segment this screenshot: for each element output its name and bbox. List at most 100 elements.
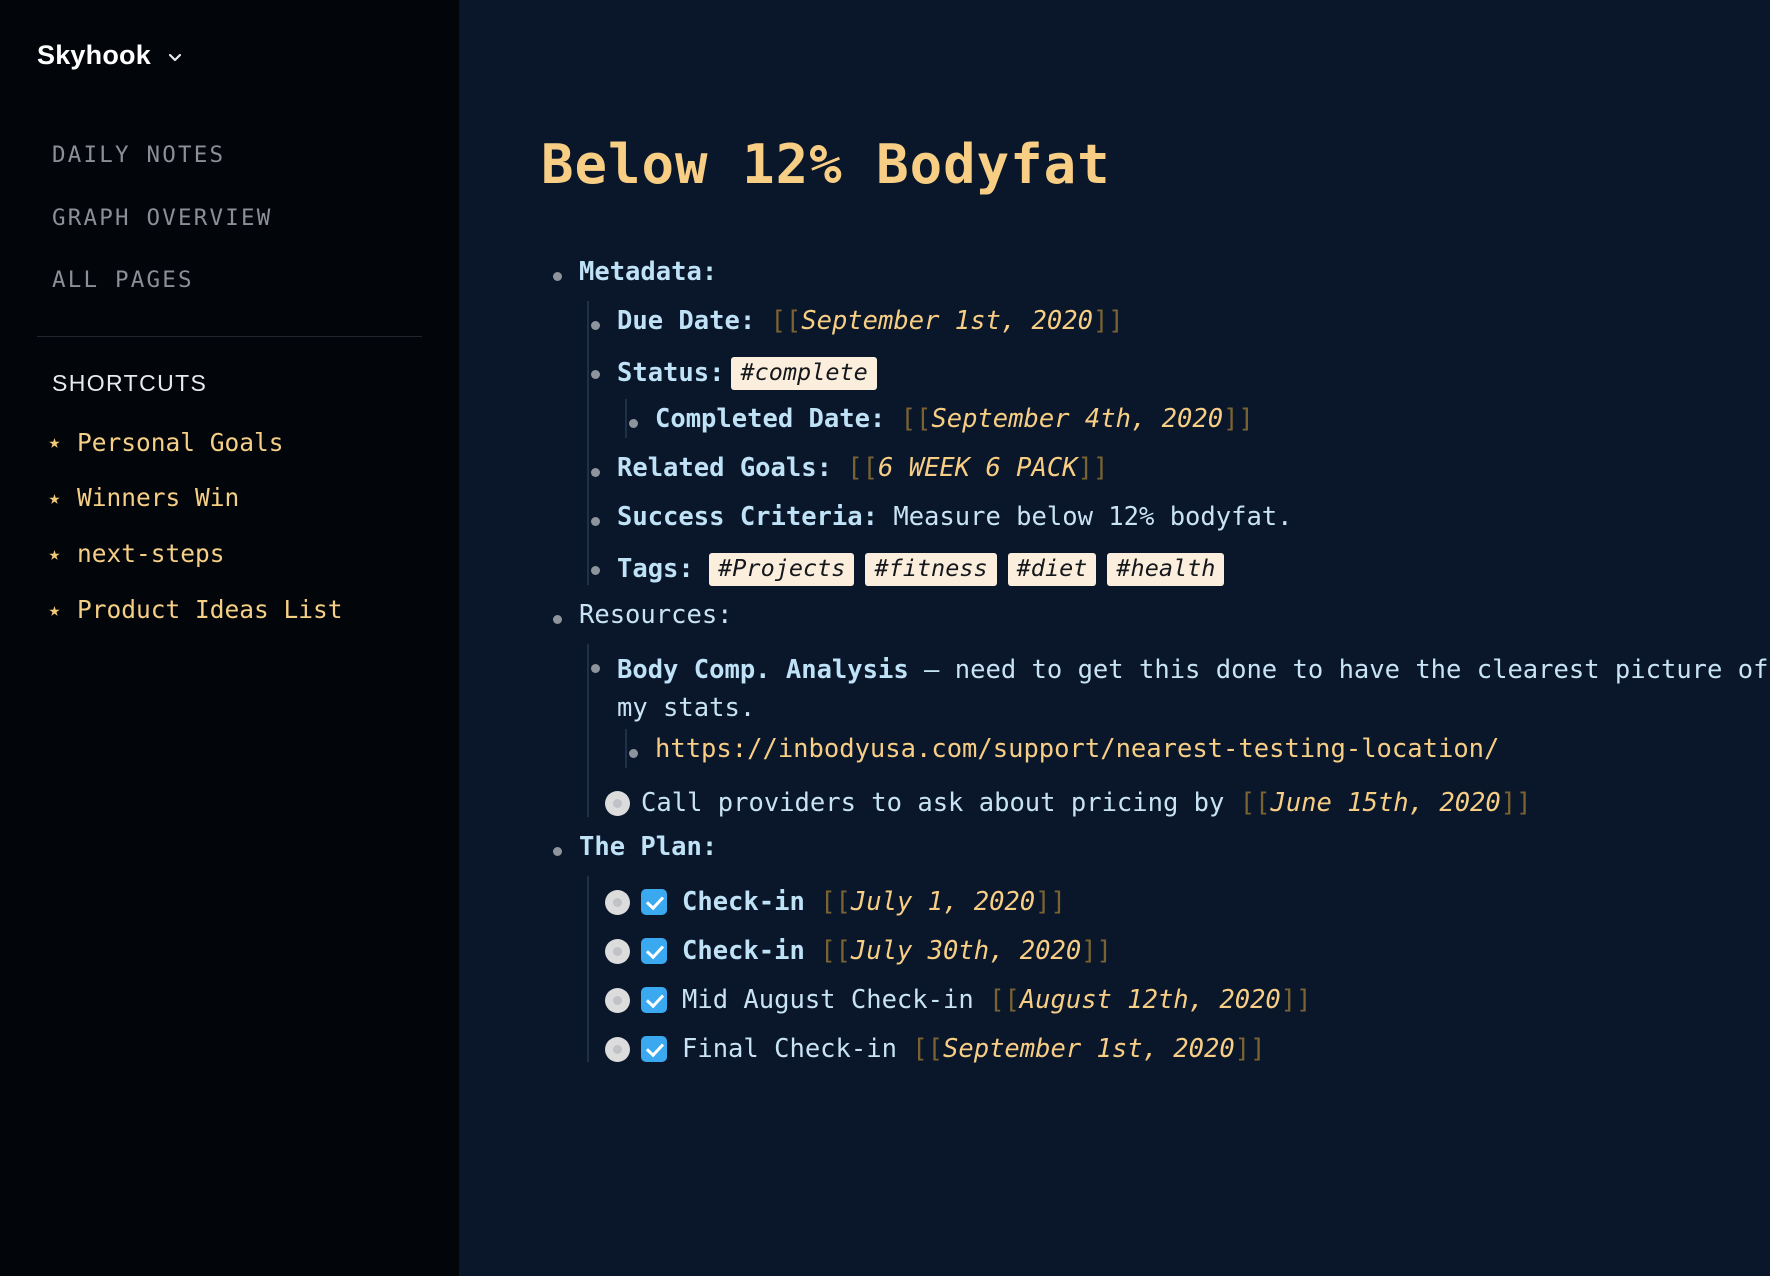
resource-link[interactable]: https://inbodyusa.com/support/nearest-te…: [655, 737, 1499, 763]
shortcut-item-product-ideas-list[interactable]: ★ Product Ideas List: [46, 596, 343, 624]
node-row[interactable]: Due Date: [[September 1st, 2020]]: [617, 299, 1770, 348]
collapsed-bullet-icon[interactable]: [605, 1037, 630, 1063]
task-checkbox[interactable]: [641, 938, 667, 965]
call-providers-reference[interactable]: [[June 15th, 2020]]: [1240, 791, 1532, 817]
collapsed-bullet-icon[interactable]: [605, 890, 630, 916]
outline-document: Metadata: Due Date: [[September 1st, 202…: [459, 192, 1770, 1070]
outline-node-resources: Resources: Body Comp. Analysis — need to…: [541, 593, 1770, 825]
node-row[interactable]: Call providers to ask about pricing by […: [605, 776, 1770, 825]
star-icon: ★: [48, 599, 61, 622]
plan-item-label: Mid August Check-in: [682, 985, 974, 1016]
plan-item-reference[interactable]: [[July 30th, 2020]]: [820, 939, 1112, 965]
sidebar-item-graph-overview[interactable]: GRAPH OVERVIEW: [52, 206, 272, 230]
tag-badge-projects[interactable]: #Projects: [709, 553, 855, 586]
bracket-close: ]]: [1500, 788, 1532, 819]
node-row[interactable]: Tags: #Projects #fitness #diet #health: [617, 544, 1770, 593]
node-row[interactable]: Related Goals: [[6 WEEK 6 PACK]]: [617, 446, 1770, 495]
task-checkbox[interactable]: [641, 889, 667, 916]
tag-badge-health[interactable]: #health: [1107, 553, 1225, 586]
node-row[interactable]: Check-in [[July 30th, 2020]]: [605, 923, 1770, 972]
plan-item-reference[interactable]: [[August 12th, 2020]]: [989, 988, 1311, 1014]
collapsed-bullet-icon[interactable]: [605, 939, 630, 965]
page-reference-label: September 1st, 2020: [801, 306, 1093, 336]
sidebar-divider: [37, 335, 422, 337]
bracket-open: [[: [989, 985, 1020, 1016]
node-row[interactable]: The Plan:: [579, 825, 1770, 874]
bracket-close: ]]: [1081, 936, 1112, 967]
node-row[interactable]: Success Criteria: Measure below 12% body…: [617, 495, 1770, 544]
bullet-icon[interactable]: [553, 615, 562, 624]
due-date-reference[interactable]: [[September 1st, 2020]]: [771, 306, 1124, 336]
bullet-icon[interactable]: [591, 370, 600, 379]
sidebar: Skyhook DAILY NOTES GRAPH OVERVIEW ALL P…: [0, 0, 459, 1276]
outline-node-plan-item: Mid August Check-in [[August 12th, 2020]…: [579, 972, 1770, 1021]
page-title[interactable]: Below 12% Bodyfat: [459, 0, 1770, 192]
status-badge[interactable]: #complete: [731, 357, 877, 390]
bullet-icon[interactable]: [629, 749, 638, 759]
bullet-icon[interactable]: [591, 566, 600, 575]
node-row[interactable]: Check-in [[July 1, 2020]]: [605, 874, 1770, 923]
resource-link-children: https://inbodyusa.com/support/nearest-te…: [617, 727, 1770, 776]
collapsed-bullet-icon[interactable]: [605, 988, 630, 1014]
bullet-icon[interactable]: [553, 847, 562, 857]
bracket-close: ]]: [1077, 453, 1109, 483]
task-checkbox[interactable]: [641, 1036, 667, 1063]
outline-node-tags: Tags: #Projects #fitness #diet #health: [579, 544, 1770, 593]
completed-date-reference[interactable]: [[September 4th, 2020]]: [900, 404, 1254, 434]
plan-item-label: Final Check-in: [682, 1034, 897, 1065]
node-row[interactable]: Status: #complete: [617, 348, 1770, 397]
due-date-label: Due Date:: [617, 306, 756, 336]
node-row[interactable]: Resources:: [579, 593, 1770, 642]
resource-paragraph: Body Comp. Analysis — need to get this d…: [617, 652, 1770, 727]
bracket-close: ]]: [1234, 1034, 1266, 1065]
node-row[interactable]: Final Check-in [[September 1st, 2020]]: [605, 1021, 1770, 1070]
success-criteria-value: Measure below 12% bodyfat.: [878, 502, 1293, 532]
node-row[interactable]: Completed Date: [[September 4th, 2020]]: [655, 397, 1770, 446]
sidebar-item-daily-notes[interactable]: DAILY NOTES: [52, 144, 225, 167]
plan-item-reference[interactable]: [[July 1, 2020]]: [820, 890, 1066, 916]
page-reference-label: September 1st, 2020: [943, 1034, 1235, 1065]
bullet-icon[interactable]: [591, 664, 600, 673]
bullet-icon[interactable]: [591, 321, 600, 330]
page-reference-label: September 4th, 2020: [931, 404, 1224, 434]
bullet-icon[interactable]: [629, 419, 638, 428]
workspace-switcher[interactable]: Skyhook: [0, 30, 459, 72]
outline-node-completed-date: Completed Date: [[September 4th, 2020]]: [617, 397, 1770, 446]
star-icon: ★: [48, 543, 61, 566]
shortcuts-list: ★ Personal Goals ★ Winners Win ★ next-st…: [0, 429, 459, 625]
chevron-down-icon[interactable]: [165, 47, 185, 67]
plan-item-label: Check-in: [682, 936, 805, 967]
bullet-icon[interactable]: [591, 468, 600, 477]
shortcut-item-personal-goals[interactable]: ★ Personal Goals: [46, 429, 284, 457]
related-goals-reference[interactable]: [[6 WEEK 6 PACK]]: [847, 453, 1109, 483]
sidebar-item-all-pages[interactable]: ALL PAGES: [52, 269, 194, 292]
collapsed-bullet-icon[interactable]: [605, 791, 630, 817]
primary-nav: DAILY NOTES GRAPH OVERVIEW ALL PAGES: [0, 144, 459, 292]
bracket-close: ]]: [1280, 985, 1312, 1016]
bullet-icon[interactable]: [591, 517, 600, 526]
outline-node-body-comp-analysis: Body Comp. Analysis — need to get this d…: [579, 642, 1770, 776]
node-row[interactable]: https://inbodyusa.com/support/nearest-te…: [655, 727, 1770, 776]
outline-node-due-date: Due Date: [[September 1st, 2020]]: [579, 299, 1770, 348]
tag-badge-fitness[interactable]: #fitness: [865, 553, 997, 586]
bullet-icon[interactable]: [553, 272, 562, 281]
resources-label: Resources:: [579, 600, 733, 630]
shortcut-item-winners-win[interactable]: ★ Winners Win: [46, 484, 240, 512]
bracket-open: [[: [847, 453, 879, 483]
shortcut-item-next-steps[interactable]: ★ next-steps: [46, 540, 225, 568]
plan-item-reference[interactable]: [[September 1st, 2020]]: [912, 1037, 1265, 1063]
bracket-open: [[: [820, 887, 851, 918]
related-goals-label: Related Goals:: [617, 453, 832, 483]
node-row[interactable]: Metadata:: [579, 250, 1770, 299]
outline-node-status: Status: #complete Completed Date: [[Sept…: [579, 348, 1770, 446]
outline-root: Metadata: Due Date: [[September 1st, 202…: [541, 250, 1770, 1070]
task-checkbox[interactable]: [641, 987, 667, 1014]
bracket-open: [[: [900, 404, 932, 434]
outline-node-plan-item: Check-in [[July 1, 2020]]: [579, 874, 1770, 923]
status-label: Status:: [617, 358, 725, 388]
outline-node-the-plan: The Plan: Check-in [[July 1, 2020]] Chec…: [541, 825, 1770, 1070]
tag-badge-diet[interactable]: #diet: [1007, 553, 1097, 586]
node-row[interactable]: Mid August Check-in [[August 12th, 2020]…: [605, 972, 1770, 1021]
completed-date-label: Completed Date:: [655, 404, 886, 434]
node-row[interactable]: Body Comp. Analysis — need to get this d…: [617, 642, 1770, 727]
